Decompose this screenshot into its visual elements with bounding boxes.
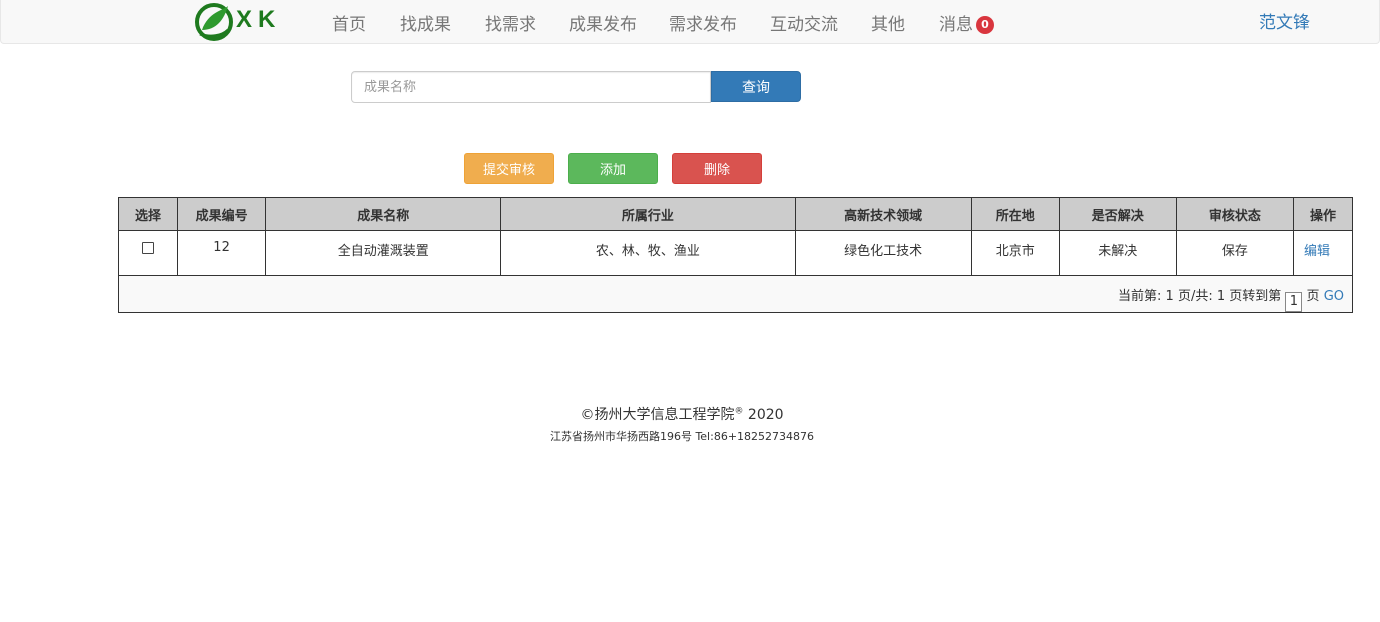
footer-copyright: ©扬州大学信息工程学院® 2020	[0, 404, 1364, 424]
header-location: 所在地	[970, 197, 1060, 231]
nav-item-publish-results[interactable]: 成果发布	[569, 10, 637, 35]
footer-org: ©扬州大学信息工程学院	[580, 407, 735, 423]
logo-leaf-icon	[195, 3, 233, 41]
nav-item-interaction[interactable]: 互动交流	[770, 10, 838, 35]
header-result-id: 成果编号	[177, 197, 267, 231]
nav-item-other[interactable]: 其他	[871, 10, 905, 35]
cell-location: 北京市	[970, 230, 1060, 276]
header-industry: 所属行业	[500, 197, 796, 231]
nav-item-messages[interactable]: 消息 0	[939, 10, 994, 35]
registered-mark: ®	[734, 406, 744, 417]
footer-address: 江苏省扬州市华扬西路196号 Tel:86+18252734876	[549, 430, 815, 443]
row-select-checkbox[interactable]	[142, 242, 155, 254]
header-tech-field: 高新技术领域	[794, 197, 972, 231]
result-name-search-input[interactable]	[351, 71, 711, 103]
table-header-row: 选择 成果编号 成果名称 所属行业 高新技术领域 所在地 是否解决 审核状态 操…	[117, 197, 1354, 231]
cell-industry: 农、林、牧、渔业	[500, 230, 796, 276]
nav-item-find-results[interactable]: 找成果	[400, 10, 451, 35]
header-result-name: 成果名称	[265, 197, 502, 231]
results-table-container: 选择 成果编号 成果名称 所属行业 高新技术领域 所在地 是否解决 审核状态 操…	[117, 197, 1354, 313]
header-actions: 操作	[1292, 197, 1354, 231]
search-button[interactable]: 查询	[711, 71, 801, 102]
cell-solved: 未解决	[1058, 230, 1177, 276]
delete-button[interactable]: 删除	[672, 153, 762, 184]
cell-result-name: 全自动灌溉装置	[265, 230, 502, 276]
logo-text: XK	[236, 6, 282, 33]
pagination-bar: 当前第: 1 页/共: 1 页转到第 1 页 GO	[118, 276, 1353, 313]
pagination-suffix: 页	[1306, 289, 1320, 304]
submit-review-button[interactable]: 提交审核	[464, 153, 554, 184]
footer-year: 2020	[747, 407, 784, 423]
add-button[interactable]: 添加	[568, 153, 658, 184]
go-link[interactable]: GO	[1324, 289, 1344, 304]
cell-review-status: 保存	[1175, 230, 1294, 276]
nav-item-publish-demands[interactable]: 需求发布	[669, 10, 737, 35]
nav-item-find-demands[interactable]: 找需求	[485, 10, 536, 35]
pagination-text: 当前第: 1 页/共: 1 页转到第	[1118, 289, 1282, 304]
message-count-badge: 0	[976, 16, 994, 34]
user-name-link[interactable]: 范文锋	[1259, 8, 1310, 33]
select-cell	[117, 230, 179, 276]
header-review-status: 审核状态	[1175, 197, 1294, 231]
edit-link[interactable]: 编辑	[1304, 240, 1330, 259]
top-navbar: XK 首页 找成果 找需求 成果发布 需求发布 互动交流 其他 消息 0 范文锋	[0, 0, 1380, 44]
cell-actions: 编辑	[1292, 230, 1354, 276]
cell-result-id: 12	[177, 230, 267, 276]
header-select: 选择	[117, 197, 179, 231]
table-row: 12 全自动灌溉装置 农、林、牧、渔业 绿色化工技术 北京市 未解决 保存 编辑	[117, 230, 1354, 276]
header-solved: 是否解决	[1058, 197, 1177, 231]
nav-item-messages-label: 消息	[939, 15, 973, 35]
results-table: 选择 成果编号 成果名称 所属行业 高新技术领域 所在地 是否解决 审核状态 操…	[117, 197, 1354, 276]
cell-tech-field: 绿色化工技术	[794, 230, 972, 276]
page-number-input[interactable]: 1	[1285, 292, 1303, 312]
site-logo[interactable]: XK	[194, 0, 294, 44]
nav-item-home[interactable]: 首页	[332, 10, 366, 35]
